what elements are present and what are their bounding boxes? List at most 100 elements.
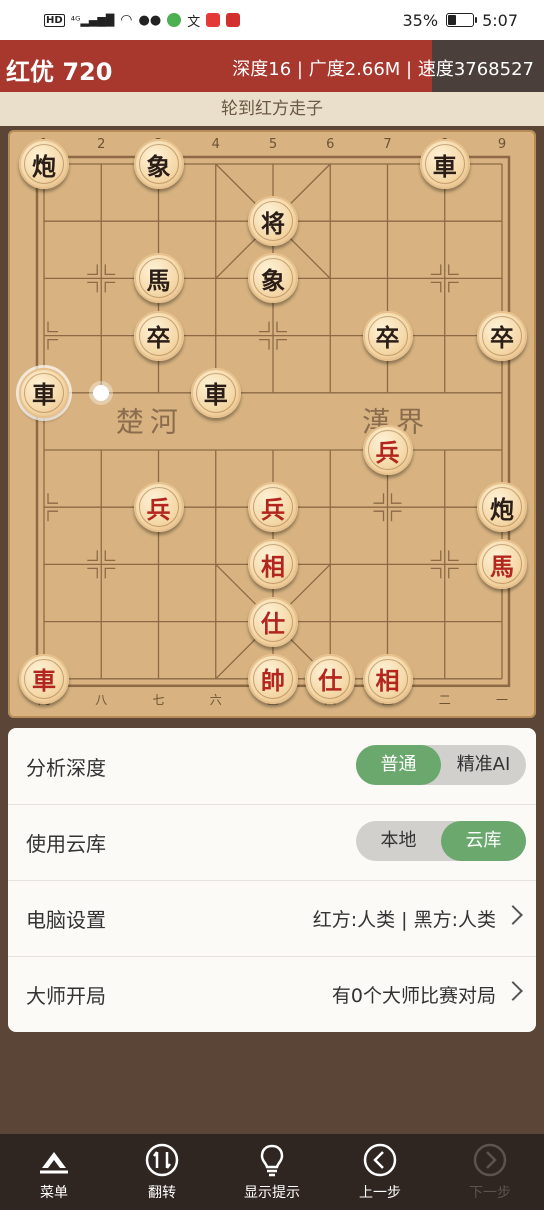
next-move-button[interactable]: 下一步 — [440, 1142, 540, 1202]
flip-icon — [145, 1143, 179, 1177]
black-piece[interactable]: 象 — [133, 139, 184, 189]
row-computer-settings[interactable]: 电脑设置 红方:人类 | 黑方:人类 — [8, 880, 536, 957]
analysis-depth-label: 分析深度 — [26, 756, 106, 780]
move-hint-dot[interactable] — [93, 384, 110, 401]
position-marker — [430, 550, 442, 562]
river-text-chu: 楚河 — [116, 405, 184, 438]
app-red-icon — [206, 13, 221, 27]
analysis-depth-toggle[interactable]: 普通 精准AI — [356, 745, 526, 785]
position-marker — [259, 338, 270, 350]
hint-label: 显示提示 — [244, 1185, 300, 1201]
position-marker — [104, 281, 116, 293]
position-marker — [87, 281, 98, 293]
black-piece[interactable]: 車 — [419, 139, 470, 189]
position-marker — [47, 338, 58, 350]
bottom-file-number: 七 — [152, 693, 164, 707]
red-piece[interactable]: 兵 — [133, 482, 184, 533]
black-piece[interactable]: 卒 — [133, 310, 184, 361]
computer-settings-value: 红方:人类 | 黑方:人类 — [312, 909, 496, 931]
red-piece[interactable]: 兵 — [248, 482, 298, 533]
position-marker — [276, 338, 287, 350]
clock: 5:07 — [482, 10, 518, 30]
position-marker — [448, 567, 459, 579]
menu-button[interactable]: 菜单 — [4, 1142, 104, 1202]
position-marker — [47, 510, 58, 522]
lightbulb-icon — [260, 1144, 284, 1177]
battery-percent: 35% — [402, 10, 439, 30]
wechat-icon: ●● — [138, 12, 162, 28]
black-piece[interactable]: 炮 — [19, 139, 69, 189]
red-piece[interactable]: 兵 — [362, 425, 413, 475]
top-file-number: 2 — [97, 137, 105, 152]
signal-4g-icon: ⁴ᴳ▂▄▆█ — [70, 13, 115, 27]
black-piece[interactable]: 卒 — [477, 310, 527, 361]
status-right: 35% 5:07 — [403, 10, 519, 30]
black-piece[interactable]: 馬 — [133, 253, 184, 304]
next-label: 下一步 — [469, 1185, 511, 1201]
row-master-opening[interactable]: 大师开局 有0个大师比赛对局 — [8, 956, 536, 1032]
position-marker — [430, 281, 442, 293]
red-piece[interactable]: 仕 — [248, 596, 298, 647]
option-precise-ai[interactable]: 精准AI — [441, 745, 526, 785]
bottom-file-number: 一 — [496, 693, 508, 707]
position-marker — [390, 510, 402, 522]
flip-button[interactable]: 翻转 — [112, 1142, 212, 1202]
hint-button[interactable]: 显示提示 — [222, 1142, 322, 1202]
position-marker — [390, 493, 402, 504]
position-marker — [104, 567, 116, 579]
row-cloud-library: 使用云库 本地 云库 — [8, 804, 536, 881]
battery-icon — [446, 13, 478, 27]
hd-icon: HD — [44, 13, 65, 27]
engine-header: 红优 720 深度16 | 广度2.66M | 速度3768527 — [0, 40, 544, 92]
status-bar: HD ⁴ᴳ▂▄▆█ ◠ ●● 文 35% 5:07 — [0, 0, 544, 40]
app-red2-icon — [226, 13, 241, 27]
position-marker — [104, 264, 116, 276]
prev-label: 上一步 — [359, 1185, 401, 1201]
black-piece[interactable]: 車 — [19, 367, 69, 418]
position-marker — [448, 281, 459, 293]
position-marker — [259, 321, 270, 333]
menu-label: 菜单 — [40, 1185, 68, 1201]
bottom-toolbar: 菜单 翻转 显示提示 上一步 下一步 — [0, 1134, 544, 1210]
wifi-icon: ◠ — [120, 12, 133, 28]
black-piece[interactable]: 炮 — [477, 482, 527, 533]
position-marker — [373, 493, 385, 504]
red-piece[interactable]: 仕 — [305, 653, 356, 704]
position-marker — [448, 264, 459, 276]
top-file-number: 5 — [269, 137, 277, 152]
cloud-library-label: 使用云库 — [26, 832, 106, 856]
position-marker — [430, 567, 442, 579]
bottom-file-number: 二 — [439, 693, 451, 707]
flip-label: 翻转 — [148, 1185, 176, 1201]
app-green-icon — [167, 13, 182, 27]
option-cloud[interactable]: 云库 — [441, 821, 526, 861]
chevron-right-circle-icon — [473, 1143, 507, 1177]
position-marker — [276, 321, 287, 333]
battery-fill — [448, 15, 456, 25]
top-file-number: 7 — [383, 137, 391, 152]
chevron-right-icon — [503, 905, 523, 925]
black-piece[interactable]: 車 — [190, 367, 241, 418]
chess-board[interactable]: 123456789九八七六五四三二一楚河漢界 炮象車将馬象卒卒卒車車兵兵兵炮相馬… — [8, 130, 536, 718]
red-piece[interactable]: 帥 — [248, 653, 298, 704]
option-normal[interactable]: 普通 — [356, 745, 441, 785]
menu-icon — [40, 1152, 68, 1174]
black-piece[interactable]: 将 — [248, 196, 298, 247]
settings-panel: 分析深度 普通 精准AI 使用云库 本地 云库 电脑设置 红方:人类 | 黑方:… — [8, 728, 536, 1032]
translate-icon: 文 — [187, 14, 201, 30]
black-piece[interactable]: 卒 — [362, 310, 413, 361]
option-local[interactable]: 本地 — [356, 821, 441, 861]
red-piece[interactable]: 相 — [362, 653, 413, 704]
engine-stats: 深度16 | 广度2.66M | 速度3768527 — [232, 59, 534, 80]
position-marker — [47, 321, 58, 333]
cloud-library-toggle[interactable]: 本地 云库 — [356, 821, 526, 861]
top-file-number: 9 — [498, 137, 506, 152]
master-opening-value: 有0个大师比赛对局 — [331, 985, 496, 1007]
position-marker — [430, 264, 442, 276]
bottom-file-number: 六 — [210, 693, 222, 707]
red-piece[interactable]: 車 — [19, 653, 69, 704]
prev-move-button[interactable]: 上一步 — [330, 1142, 430, 1202]
position-marker — [47, 493, 58, 504]
master-opening-label: 大师开局 — [26, 984, 106, 1008]
turn-indicator: 轮到红方走子 — [0, 92, 544, 126]
